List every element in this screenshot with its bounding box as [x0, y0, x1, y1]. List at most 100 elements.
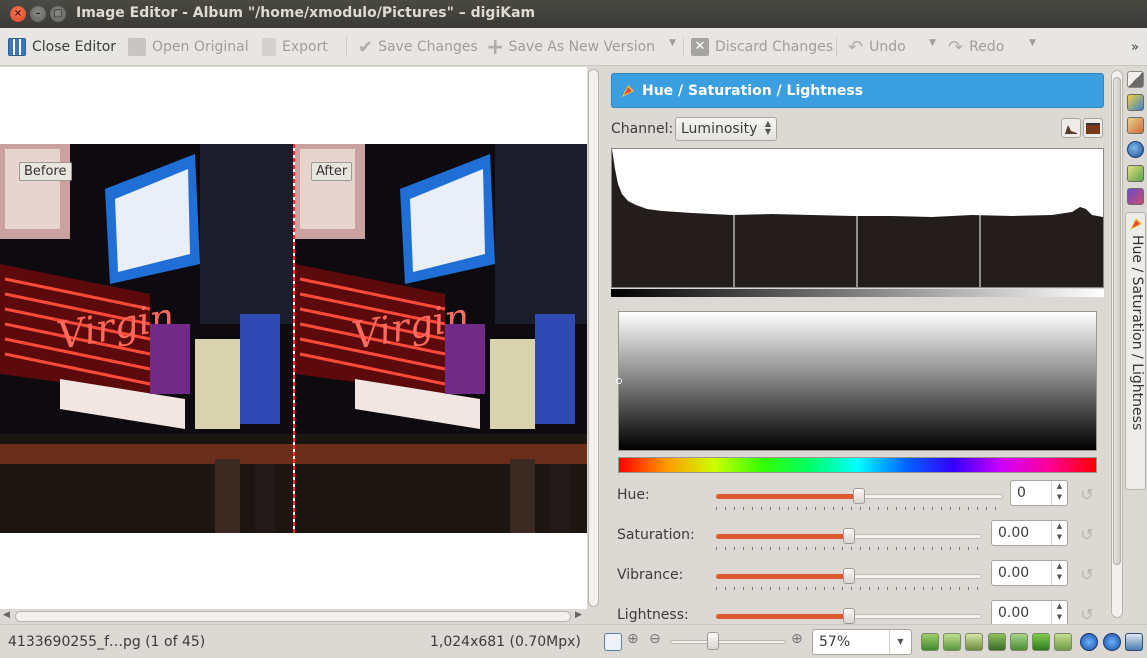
picker-cursor[interactable] [616, 378, 622, 384]
preview-mode-icon[interactable] [988, 633, 1006, 651]
fit-to-window-icon[interactable] [604, 633, 622, 651]
tool-settings-panel: Hue / Saturation / Lightness Channel: Lu… [603, 67, 1110, 624]
open-original-label: Open Original [152, 39, 249, 55]
properties-tab-icon[interactable] [1127, 94, 1144, 111]
hue-spinbox[interactable]: 0 ▲ ▼ [1010, 480, 1068, 506]
scroll-right-arrow-icon[interactable]: ▶ [575, 610, 582, 620]
hue-slider[interactable] [716, 485, 1003, 510]
histogram-linear-button[interactable] [1061, 118, 1081, 138]
zoom-slider[interactable] [670, 640, 786, 644]
zoom-value: 57% [819, 634, 851, 650]
vibrance-spinbox[interactable]: 0.00 ▲ ▼ [991, 560, 1068, 586]
after-label: After [311, 162, 353, 181]
zoom-combobox[interactable]: 57% ▼ [812, 629, 912, 655]
saturation-reset-icon[interactable]: ↺ [1078, 526, 1096, 544]
saturation-slider[interactable] [716, 525, 982, 550]
window-maximize-button[interactable]: □ [50, 6, 66, 22]
monitor-icon[interactable] [1125, 633, 1143, 651]
histogram-view [611, 148, 1104, 288]
metadata-tab-icon[interactable] [1127, 117, 1144, 134]
save-as-new-version-button[interactable]: + Save As New Version [486, 34, 655, 60]
channel-select[interactable]: Luminosity ▲ ▼ [675, 117, 777, 141]
canvas-vertical-scroll-track[interactable] [588, 69, 599, 607]
image-canvas[interactable]: Virgin Before Virgin After [0, 67, 587, 609]
spin-arrows-icon[interactable]: ▲ ▼ [1051, 481, 1067, 505]
save-changes-button[interactable]: ✔ Save Changes [358, 36, 478, 58]
tab-hue-saturation-lightness[interactable]: Hue / Saturation / Lightness [1125, 212, 1146, 490]
spin-arrows-icon[interactable]: ▲ ▼ [1051, 521, 1067, 545]
info-icon[interactable] [1103, 633, 1121, 651]
close-editor-button[interactable]: Close Editor [8, 36, 116, 58]
globe-icon[interactable] [1127, 141, 1144, 158]
close-editor-label: Close Editor [32, 39, 117, 55]
chevron-down-icon[interactable]: ▼ [889, 630, 911, 654]
saturation-slider-handle[interactable] [843, 528, 855, 544]
info-icon[interactable] [1080, 633, 1098, 651]
hue-slider-handle[interactable] [853, 488, 865, 504]
zoom-fit-icon[interactable]: ⊕ [627, 631, 639, 647]
vibrance-label: Vibrance: [617, 567, 684, 583]
export-icon [262, 38, 276, 56]
open-original-button[interactable]: Open Original [128, 36, 249, 58]
plus-icon: + [486, 34, 505, 60]
canvas-horizontal-scrollbar[interactable]: ◀ ▶ [0, 609, 600, 624]
lightness-slider-handle[interactable] [843, 608, 855, 624]
toolbar-overflow-button[interactable]: » [1131, 36, 1139, 58]
linear-histogram-icon [1065, 125, 1077, 134]
before-after-icon[interactable] [1032, 633, 1050, 651]
zoom-out-icon[interactable]: ⊖ [649, 631, 661, 647]
window-titlebar: × – □ Image Editor - Album "/home/xmodul… [0, 0, 1147, 28]
vibrance-slider-fill [716, 574, 849, 579]
color-managed-view-icon[interactable] [965, 633, 983, 651]
checkmark-icon: ✔ [358, 36, 374, 58]
lightness-reset-icon[interactable]: ↺ [1078, 606, 1096, 624]
tags-tab-icon[interactable] [1127, 165, 1144, 182]
export-label: Export [282, 39, 328, 55]
hue-slider-fill [716, 494, 859, 499]
edit-tab-icon[interactable] [1127, 71, 1144, 88]
lightness-spinbox[interactable]: 0.00 ▲ ▼ [991, 600, 1068, 624]
saturation-spinbox[interactable]: 0.00 ▲ ▼ [991, 520, 1068, 546]
save-version-dropdown-icon[interactable]: ▼ [669, 38, 676, 48]
redo-button[interactable]: ↷ Redo [948, 36, 1004, 58]
discard-changes-button[interactable]: ✕ Discard Changes [691, 36, 833, 58]
redo-dropdown-icon[interactable]: ▼ [1029, 38, 1036, 48]
log-histogram-icon [1086, 123, 1100, 134]
undo-label: Undo [869, 39, 906, 55]
zoom-in-icon[interactable]: ⊕ [791, 631, 803, 647]
spin-arrows-icon[interactable]: ▲ ▼ [1051, 561, 1067, 585]
hue-saturation-icon [622, 85, 634, 97]
hue-reset-icon[interactable]: ↺ [1078, 486, 1096, 504]
panel-scroll-thumb[interactable] [1113, 77, 1121, 565]
canvas-horizontal-scroll-track[interactable] [15, 611, 571, 622]
zoom-slider-handle[interactable] [707, 632, 719, 650]
undo-dropdown-icon[interactable]: ▼ [929, 38, 936, 48]
vibrance-value: 0.00 [998, 565, 1030, 581]
split-view-icon[interactable] [1010, 633, 1028, 651]
lightness-slider[interactable] [716, 605, 982, 624]
toolbar-separator [346, 37, 347, 57]
undo-button[interactable]: ↶ Undo [848, 36, 906, 58]
spin-arrows-icon[interactable]: ▲ ▼ [1051, 601, 1067, 624]
saturation-label: Saturation: [617, 527, 695, 543]
underexposure-indicator-icon[interactable] [921, 633, 939, 651]
target-view-icon[interactable] [1054, 633, 1072, 651]
panel-vertical-scrollbar[interactable] [1111, 70, 1123, 618]
lightness-value: 0.00 [998, 605, 1030, 621]
colors-tab-icon[interactable] [1127, 188, 1144, 205]
status-filename: 4133690255_f…pg (1 of 45) [8, 634, 206, 650]
window-minimize-button[interactable]: – [30, 6, 46, 22]
main-toolbar: Close Editor Open Original Export ✔ Save… [0, 28, 1147, 66]
vibrance-reset-icon[interactable]: ↺ [1078, 566, 1096, 584]
export-button[interactable]: Export [262, 36, 328, 58]
before-label: Before [19, 162, 72, 181]
histogram-log-button[interactable] [1083, 118, 1103, 138]
canvas-vertical-scrollbar[interactable] [587, 67, 600, 609]
scroll-left-arrow-icon[interactable]: ◀ [3, 610, 10, 620]
image-icon [128, 38, 146, 56]
vibrance-slider-handle[interactable] [843, 568, 855, 584]
hue-saturation-picker[interactable] [616, 311, 1097, 451]
vibrance-slider[interactable] [716, 565, 982, 590]
overexposure-indicator-icon[interactable] [943, 633, 961, 651]
window-close-button[interactable]: × [10, 6, 26, 22]
